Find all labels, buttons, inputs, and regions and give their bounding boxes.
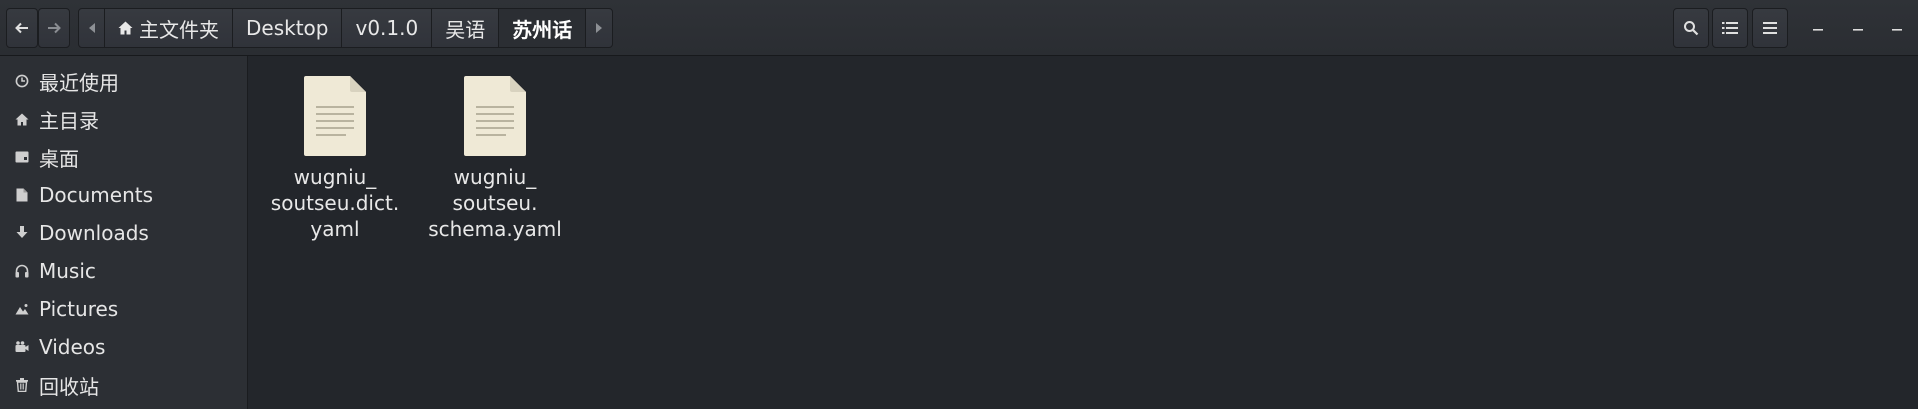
back-button[interactable] (6, 8, 38, 48)
pictures-icon (14, 301, 30, 317)
maximize-icon (1892, 29, 1902, 31)
breadcrumb-current[interactable]: 苏州话 (499, 9, 587, 47)
file-name-line: wugniu_ (453, 165, 537, 189)
breadcrumb-label: v0.1.0 (355, 16, 419, 40)
sidebar-item-label: 桌面 (39, 146, 79, 171)
breadcrumb-label: 苏州话 (512, 17, 573, 42)
breadcrumb-desktop[interactable]: Desktop (233, 9, 343, 47)
minimize-icon (1853, 29, 1863, 31)
file-item[interactable]: wugniu_ soutseu. schema.yaml (425, 74, 565, 242)
recent-icon (14, 73, 30, 89)
home-icon (14, 111, 30, 127)
text-file-icon (464, 76, 526, 156)
breadcrumb-label: 吴语 (445, 17, 486, 42)
sidebar-item-desktop[interactable]: 桌面 (0, 138, 247, 176)
sidebar-item-label: Music (39, 259, 96, 283)
list-view-button[interactable] (1712, 8, 1748, 48)
path-scroll-right-button[interactable] (586, 9, 612, 47)
home-icon (118, 21, 133, 35)
sidebar-item-label: 最近使用 (39, 70, 119, 95)
sidebar-item-documents[interactable]: Documents (0, 176, 247, 214)
search-button[interactable] (1673, 8, 1709, 48)
video-icon (14, 339, 30, 355)
restore-button[interactable] (1844, 14, 1872, 42)
file-name-line: schema.yaml (428, 217, 562, 241)
menu-button[interactable] (1752, 8, 1788, 48)
maximize-button[interactable] (1883, 14, 1911, 42)
search-icon (1684, 21, 1699, 36)
file-name: wugniu_ soutseu. schema.yaml (425, 164, 565, 242)
text-file-icon (304, 76, 366, 156)
sidebar-item-label: Downloads (39, 221, 149, 245)
sidebar: 最近使用 主目录 桌面 Documents Downloads Music Pi… (0, 56, 248, 409)
chevron-right-icon (596, 23, 603, 33)
file-name-line: soutseu.dict. (270, 191, 400, 215)
file-item[interactable]: wugniu_ soutseu.dict. yaml (265, 74, 405, 242)
chevron-left-icon (88, 23, 95, 33)
document-icon (14, 187, 30, 203)
sidebar-item-recent[interactable]: 最近使用 (0, 62, 247, 100)
file-view: wugniu_ soutseu.dict. yaml wugniu_ souts… (248, 56, 1918, 409)
sidebar-item-label: Documents (39, 183, 154, 207)
file-name: wugniu_ soutseu.dict. yaml (265, 164, 405, 242)
file-manager-window: 主文件夹 Desktop v0.1.0 吴语 苏州话 最近使用 主目录 桌面 D… (0, 0, 1918, 409)
sidebar-item-label: Pictures (39, 297, 119, 321)
minimize-button[interactable] (1804, 14, 1832, 42)
forward-arrow-icon (48, 22, 61, 34)
breadcrumb-home[interactable]: 主文件夹 (105, 9, 233, 47)
sidebar-item-label: 主目录 (39, 108, 99, 133)
sidebar-item-music[interactable]: Music (0, 252, 247, 290)
list-view-icon (1722, 22, 1738, 34)
breadcrumb-label: Desktop (246, 16, 329, 40)
path-bar: 主文件夹 Desktop v0.1.0 吴语 苏州话 (78, 8, 614, 48)
header-bar: 主文件夹 Desktop v0.1.0 吴语 苏州话 (0, 0, 1918, 56)
sidebar-item-label: 回收站 (39, 374, 99, 399)
file-name-line: wugniu_ (293, 165, 377, 189)
sidebar-item-videos[interactable]: Videos (0, 328, 247, 366)
desktop-icon (14, 149, 30, 165)
path-scroll-left-button[interactable] (79, 9, 105, 47)
sidebar-item-label: Videos (39, 335, 106, 359)
breadcrumb-wuyu[interactable]: 吴语 (432, 9, 500, 47)
sidebar-item-pictures[interactable]: Pictures (0, 290, 247, 328)
sidebar-item-downloads[interactable]: Downloads (0, 214, 247, 252)
sidebar-item-trash[interactable]: 回收站 (0, 366, 247, 404)
breadcrumb-label: 主文件夹 (139, 17, 219, 42)
breadcrumb-version[interactable]: v0.1.0 (342, 9, 433, 47)
back-arrow-icon (15, 22, 28, 34)
minimize-icon (1813, 29, 1823, 31)
file-name-line: soutseu. (452, 191, 538, 215)
download-icon (14, 225, 30, 241)
file-name-line: yaml (310, 217, 360, 241)
trash-icon (14, 377, 30, 393)
music-icon (14, 263, 30, 279)
forward-button[interactable] (38, 8, 70, 48)
menu-icon (1763, 22, 1777, 34)
sidebar-item-home[interactable]: 主目录 (0, 100, 247, 138)
